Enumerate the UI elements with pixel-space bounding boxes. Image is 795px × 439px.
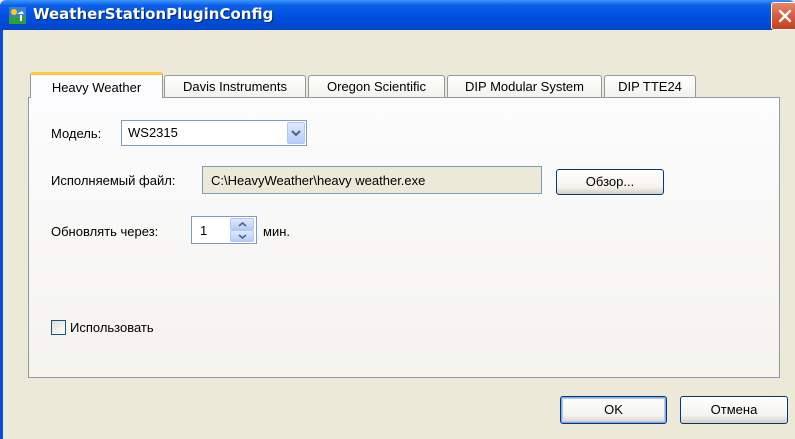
ok-label: OK <box>604 402 623 417</box>
dropdown-button[interactable] <box>287 122 305 144</box>
exe-path-value: C:\HeavyWeather\heavy weather.exe <box>211 173 426 188</box>
tab-dip-modular-system[interactable]: DIP Modular System <box>447 75 602 97</box>
tab-dip-tte24[interactable]: DIP TTE24 <box>604 75 696 97</box>
weather-station-icon <box>9 7 26 24</box>
close-icon <box>778 9 792 23</box>
exe-label: Исполняемый файл: <box>51 173 176 188</box>
tab-davis-instruments[interactable]: Davis Instruments <box>164 75 306 97</box>
update-interval-value: 1 <box>200 223 208 238</box>
update-label: Обновлять через: <box>51 224 159 239</box>
browse-label: Обзор... <box>585 174 635 189</box>
model-select[interactable]: WS2315 <box>121 120 307 146</box>
chevron-down-icon <box>291 130 301 137</box>
update-unit-label: мин. <box>263 224 290 239</box>
chevron-down-icon <box>238 234 247 239</box>
tab-label: DIP Modular System <box>465 79 584 94</box>
tab-label: DIP TTE24 <box>618 79 682 94</box>
chevron-up-icon <box>238 222 247 227</box>
model-value: WS2315 <box>128 125 178 140</box>
use-checkbox[interactable] <box>51 320 66 335</box>
config-dialog: WeatherStationPluginConfig Heavy Weather… <box>0 0 795 439</box>
spin-up-button[interactable] <box>230 218 254 230</box>
tab-label: Heavy Weather <box>51 80 142 95</box>
window-title: WeatherStationPluginConfig <box>33 5 274 23</box>
model-label: Модель: <box>51 126 102 141</box>
tab-label: Davis Instruments <box>182 79 288 94</box>
use-checkbox-label[interactable]: Использовать <box>70 320 154 335</box>
ok-button[interactable]: OK <box>560 396 667 424</box>
tab-heavy-weather[interactable]: Heavy Weather <box>30 72 163 98</box>
exe-path-field[interactable]: C:\HeavyWeather\heavy weather.exe <box>202 166 542 194</box>
title-bar[interactable]: WeatherStationPluginConfig <box>0 0 795 30</box>
tab-oregon-scientific[interactable]: Oregon Scientific <box>308 75 445 97</box>
spin-down-button[interactable] <box>230 230 254 242</box>
cancel-button[interactable]: Отмена <box>680 396 788 424</box>
cancel-label: Отмена <box>710 402 758 417</box>
browse-button[interactable]: Обзор... <box>556 169 664 195</box>
window-frame <box>0 30 3 439</box>
update-interval-spinner[interactable]: 1 <box>191 216 257 244</box>
tab-label: Oregon Scientific <box>327 79 426 94</box>
close-button[interactable] <box>771 2 795 30</box>
